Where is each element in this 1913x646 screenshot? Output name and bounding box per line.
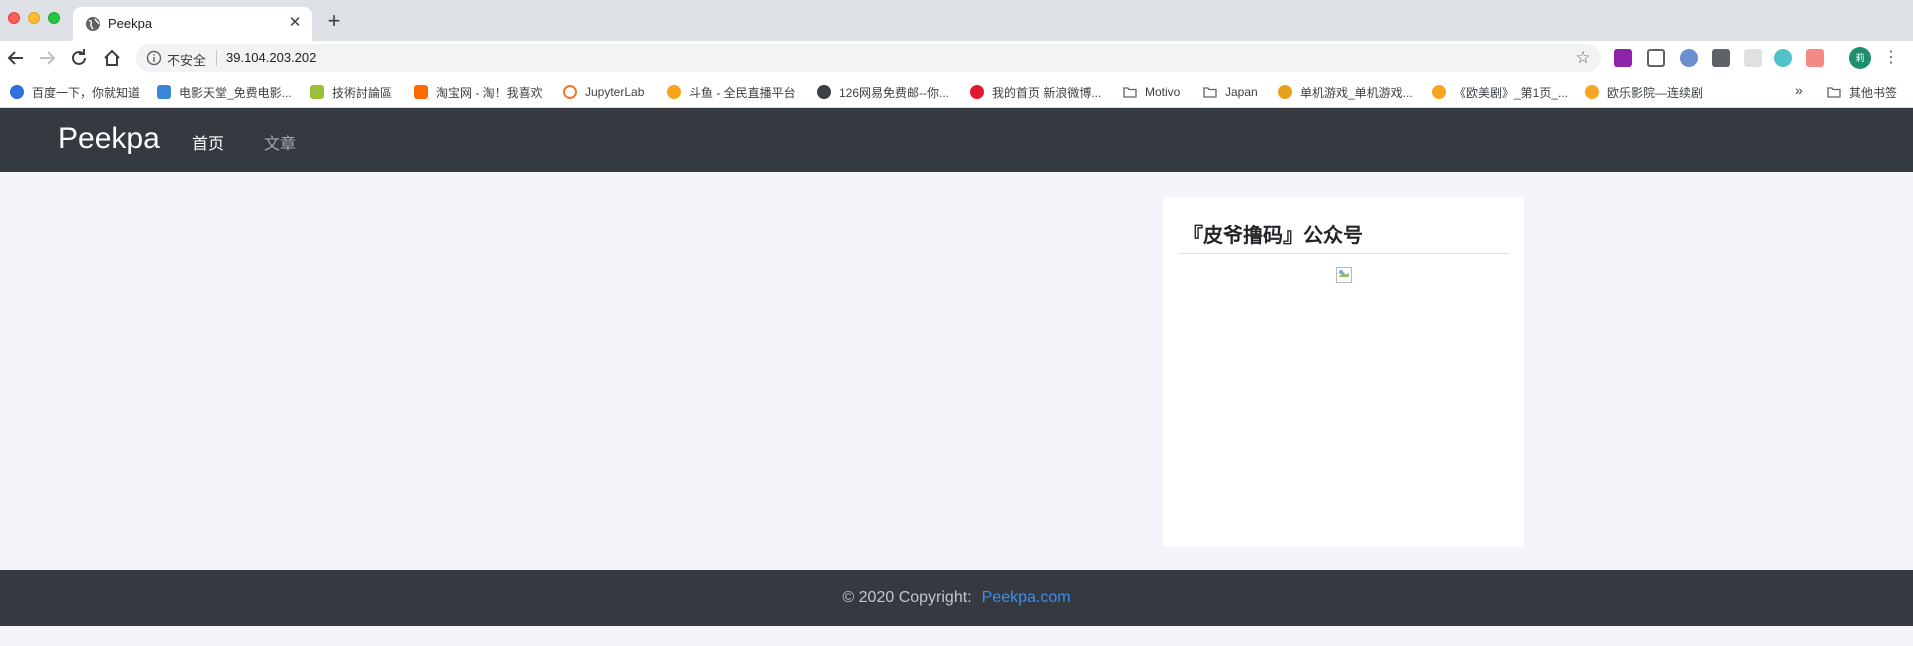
bookmark-item[interactable]: JupyterLab [563,83,644,101]
page-bottom [0,626,1913,646]
security-label: 不安全 [167,53,207,68]
other-bookmarks-folder[interactable]: 其他书签 [1827,83,1897,101]
folder-icon [1123,87,1137,98]
tab-close-icon[interactable]: ✕ [286,14,304,32]
info-icon[interactable] [146,50,162,66]
site-favicon-icon [310,85,324,99]
bookmark-item[interactable]: 百度一下，你就知道 [10,83,140,101]
bookmark-item[interactable]: 欧乐影院—连续剧 [1585,83,1703,101]
bookmark-folder[interactable]: Motivo [1123,83,1180,101]
omnibox-divider [216,50,217,66]
qr-code-icon[interactable] [1712,49,1730,67]
more-bookmarks-chevron-icon[interactable]: » [1795,82,1803,98]
extension-3-icon[interactable] [1680,49,1698,67]
extension-1-icon[interactable] [1614,49,1632,67]
bookmark-item[interactable]: 斗鱼 - 全民直播平台 [667,83,796,101]
folder-icon [1203,87,1217,98]
globe-icon [817,85,831,99]
bookmark-item[interactable]: 淘宝网 - 淘！我喜欢 [414,83,543,101]
extension-5-icon[interactable] [1744,49,1762,67]
profile-avatar[interactable]: 莉 [1849,47,1871,69]
douyu-icon [667,85,681,99]
site-favicon-icon [1278,85,1292,99]
bookmark-item[interactable]: 我的首页 新浪微博... [970,83,1101,101]
tab-strip: Peekpa ✕ + [0,0,1913,41]
back-arrow-icon[interactable] [5,47,27,69]
bookmark-item[interactable]: 电影天堂_免费电影... [157,83,292,101]
nav-link-home[interactable]: 首页 [192,130,224,154]
site-favicon-icon [157,85,171,99]
reload-icon[interactable] [68,47,90,69]
weibo-icon [970,85,984,99]
baidu-paw-icon [10,85,24,99]
footer-link[interactable]: Peekpa.com [982,589,1071,606]
window-maximize-button[interactable] [48,12,60,24]
card-divider [1178,253,1509,254]
sidebar-card: 『皮爷撸码』公众号 [1163,197,1524,546]
main-content: 『皮爷撸码』公众号 [0,172,1913,570]
extension-7-icon[interactable] [1806,49,1824,67]
bookmark-star-icon[interactable]: ☆ [1573,48,1593,68]
extension-shield-icon[interactable] [1647,49,1665,67]
copyright-text: © 2020 Copyright: [842,589,972,606]
window-minimize-button[interactable] [28,12,40,24]
bookmark-folder[interactable]: Japan [1203,83,1258,101]
window-close-button[interactable] [8,12,20,24]
url-text[interactable]: 39.104.203.202 [226,50,316,65]
bookmark-item[interactable]: 126网易免费邮--你... [817,83,949,101]
browser-tab[interactable]: Peekpa ✕ [73,7,312,41]
bookmarks-bar: 百度一下，你就知道 电影天堂_免费电影... 技術討論區 淘宝网 - 淘！我喜欢… [0,75,1913,108]
site-footer: © 2020 Copyright: Peekpa.com [0,570,1913,626]
browser-toolbar: 不安全 39.104.203.202 ☆ 莉 ⋮ [0,41,1913,75]
site-favicon-icon [1432,85,1446,99]
card-title: 『皮爷撸码』公众号 [1183,225,1363,247]
broken-image-icon [1336,267,1352,283]
address-bar[interactable]: 不安全 39.104.203.202 ☆ [136,44,1601,72]
globe-icon [86,17,100,31]
footer-text: © 2020 Copyright: Peekpa.com [0,589,1913,607]
taobao-icon [414,85,428,99]
react-devtools-icon[interactable] [1774,49,1792,67]
new-tab-button[interactable]: + [322,10,346,34]
tab-title: Peekpa [108,16,153,31]
site-favicon-icon [1585,85,1599,99]
jupyter-icon [563,85,577,99]
forward-arrow-icon[interactable] [36,47,58,69]
bookmark-item[interactable]: 技術討論區 [310,83,392,101]
browser-menu-icon[interactable]: ⋮ [1883,47,1899,69]
nav-link-articles[interactable]: 文章 [264,130,296,154]
home-icon[interactable] [101,47,123,69]
bookmark-item[interactable]: 《欧美剧》_第1页_... [1432,83,1568,101]
site-navbar: Peekpa 首页 文章 [0,108,1913,172]
folder-icon [1827,87,1841,98]
bookmark-item[interactable]: 单机游戏_单机游戏... [1278,83,1413,101]
site-brand[interactable]: Peekpa [58,122,160,156]
